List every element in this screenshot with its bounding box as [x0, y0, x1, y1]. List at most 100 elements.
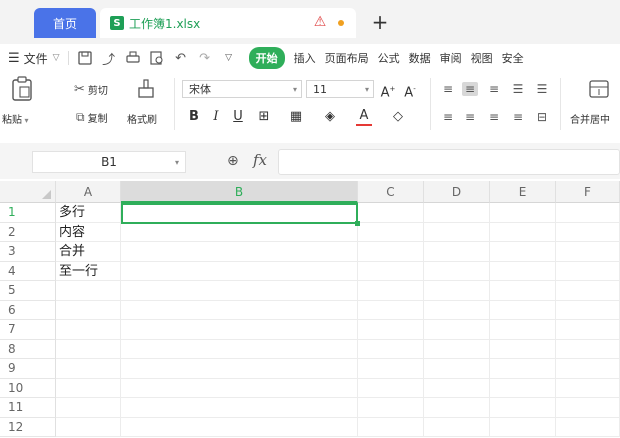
align-middle-icon[interactable]: ≡: [462, 82, 478, 96]
grid-cell[interactable]: [358, 417, 424, 437]
cut-button[interactable]: ✂ 剪切: [74, 82, 108, 97]
grid-cell[interactable]: [358, 320, 424, 340]
grid-cell[interactable]: [490, 378, 556, 398]
new-tab-plus-icon[interactable]: +: [370, 10, 390, 34]
formula-input[interactable]: [278, 149, 620, 175]
row-header[interactable]: 9: [0, 359, 56, 379]
grid-cell[interactable]: [424, 398, 490, 418]
grid-cell[interactable]: [358, 203, 424, 223]
border-icon[interactable]: ⊞: [256, 108, 272, 126]
grid-cell[interactable]: [556, 203, 620, 223]
grid-cell[interactable]: [358, 222, 424, 242]
cell-style-icon[interactable]: ▦: [288, 108, 304, 126]
grid-cell[interactable]: [121, 320, 358, 340]
grid-cell[interactable]: [121, 300, 358, 320]
menu-start[interactable]: 开始: [248, 47, 285, 69]
grid-cell[interactable]: [56, 398, 121, 418]
grid-cell[interactable]: [556, 320, 620, 340]
menu-view[interactable]: 视图: [471, 50, 493, 66]
export-icon[interactable]: ⤴: [101, 50, 117, 68]
column-header-a[interactable]: A: [56, 181, 121, 203]
column-header-c[interactable]: C: [358, 181, 424, 203]
justify-icon[interactable]: ≡: [510, 110, 526, 124]
tab-home[interactable]: 首页: [34, 8, 96, 38]
row-header[interactable]: 5: [0, 281, 56, 301]
grid-cell[interactable]: [490, 417, 556, 437]
zoom-search-icon[interactable]: ⊕: [227, 153, 239, 169]
grid-cell[interactable]: [121, 378, 358, 398]
align-bottom-icon[interactable]: ≡: [486, 82, 502, 96]
fill-color-icon[interactable]: ◈: [322, 108, 338, 126]
undo-icon[interactable]: ↶: [173, 50, 189, 66]
menu-insert[interactable]: 插入: [294, 50, 316, 66]
grid-cell[interactable]: [424, 261, 490, 281]
eraser-icon[interactable]: ◇: [390, 108, 406, 126]
grid-cell[interactable]: [556, 339, 620, 359]
grid-cell[interactable]: [490, 281, 556, 301]
paste-button[interactable]: 粘贴 ▾: [2, 111, 29, 126]
grid-cell[interactable]: 多行: [56, 203, 121, 223]
distributed-icon[interactable]: ⊟: [534, 110, 550, 124]
grid-cell[interactable]: [490, 300, 556, 320]
column-header-f[interactable]: F: [556, 181, 620, 203]
grid-cell[interactable]: 至一行: [56, 261, 121, 281]
row-header[interactable]: 7: [0, 320, 56, 340]
grid-cell[interactable]: [121, 261, 358, 281]
grid-cell[interactable]: [121, 359, 358, 379]
row-header[interactable]: 11: [0, 398, 56, 418]
grid-cell[interactable]: [556, 222, 620, 242]
grid-cell[interactable]: [358, 242, 424, 262]
merge-center-icon[interactable]: [588, 78, 610, 100]
copy-button[interactable]: ⧉ 复制: [76, 110, 108, 125]
row-header[interactable]: 2: [0, 222, 56, 242]
row-header[interactable]: 6: [0, 300, 56, 320]
font-size-select[interactable]: 11 ▾: [306, 80, 374, 98]
grid-cell[interactable]: [490, 359, 556, 379]
grid-cell[interactable]: [358, 378, 424, 398]
row-header[interactable]: 3: [0, 242, 56, 262]
grid-cell[interactable]: [556, 378, 620, 398]
grid-cell[interactable]: [424, 339, 490, 359]
increase-font-icon[interactable]: A+: [380, 80, 396, 100]
grid-cell[interactable]: [490, 398, 556, 418]
row-header[interactable]: 10: [0, 378, 56, 398]
customize-chevron-icon[interactable]: ▽: [221, 50, 237, 66]
grid-cell[interactable]: [121, 398, 358, 418]
menu-page-layout[interactable]: 页面布局: [325, 50, 369, 66]
grid-cell[interactable]: [358, 398, 424, 418]
grid-cell[interactable]: [556, 417, 620, 437]
format-painter-icon[interactable]: [135, 78, 157, 100]
grid-cell[interactable]: 合并: [56, 242, 121, 262]
row-header[interactable]: 8: [0, 339, 56, 359]
column-header-e[interactable]: E: [490, 181, 556, 203]
decrease-font-icon[interactable]: A-: [402, 80, 418, 100]
grid-cell[interactable]: [424, 300, 490, 320]
fill-handle[interactable]: [355, 221, 360, 226]
row-header[interactable]: 12: [0, 417, 56, 437]
grid-cell[interactable]: [121, 281, 358, 301]
indent-increase-icon[interactable]: ☰: [534, 82, 550, 96]
grid-cell[interactable]: [358, 300, 424, 320]
menu-formulas[interactable]: 公式: [378, 50, 400, 66]
grid-cell[interactable]: [424, 359, 490, 379]
grid-cell[interactable]: [490, 339, 556, 359]
grid-cell[interactable]: [490, 261, 556, 281]
grid-cell[interactable]: [424, 203, 490, 223]
menu-review[interactable]: 审阅: [440, 50, 462, 66]
name-box[interactable]: B1 ▾: [32, 151, 186, 173]
font-color-icon[interactable]: A: [356, 108, 372, 126]
align-top-icon[interactable]: ≡: [440, 82, 456, 96]
grid-cell[interactable]: [121, 242, 358, 262]
grid-cell[interactable]: [556, 359, 620, 379]
grid-cell[interactable]: [424, 281, 490, 301]
format-painter-button[interactable]: 格式刷: [127, 111, 157, 126]
grid-cell[interactable]: [490, 242, 556, 262]
grid-cell[interactable]: [424, 222, 490, 242]
italic-icon[interactable]: I: [208, 108, 224, 126]
function-icon[interactable]: fx: [253, 151, 267, 169]
font-name-select[interactable]: 宋体 ▾: [182, 80, 302, 98]
indent-decrease-icon[interactable]: ☰: [510, 82, 526, 96]
grid-cell[interactable]: [56, 281, 121, 301]
grid-cell[interactable]: [556, 300, 620, 320]
paste-icon[interactable]: [10, 76, 36, 102]
